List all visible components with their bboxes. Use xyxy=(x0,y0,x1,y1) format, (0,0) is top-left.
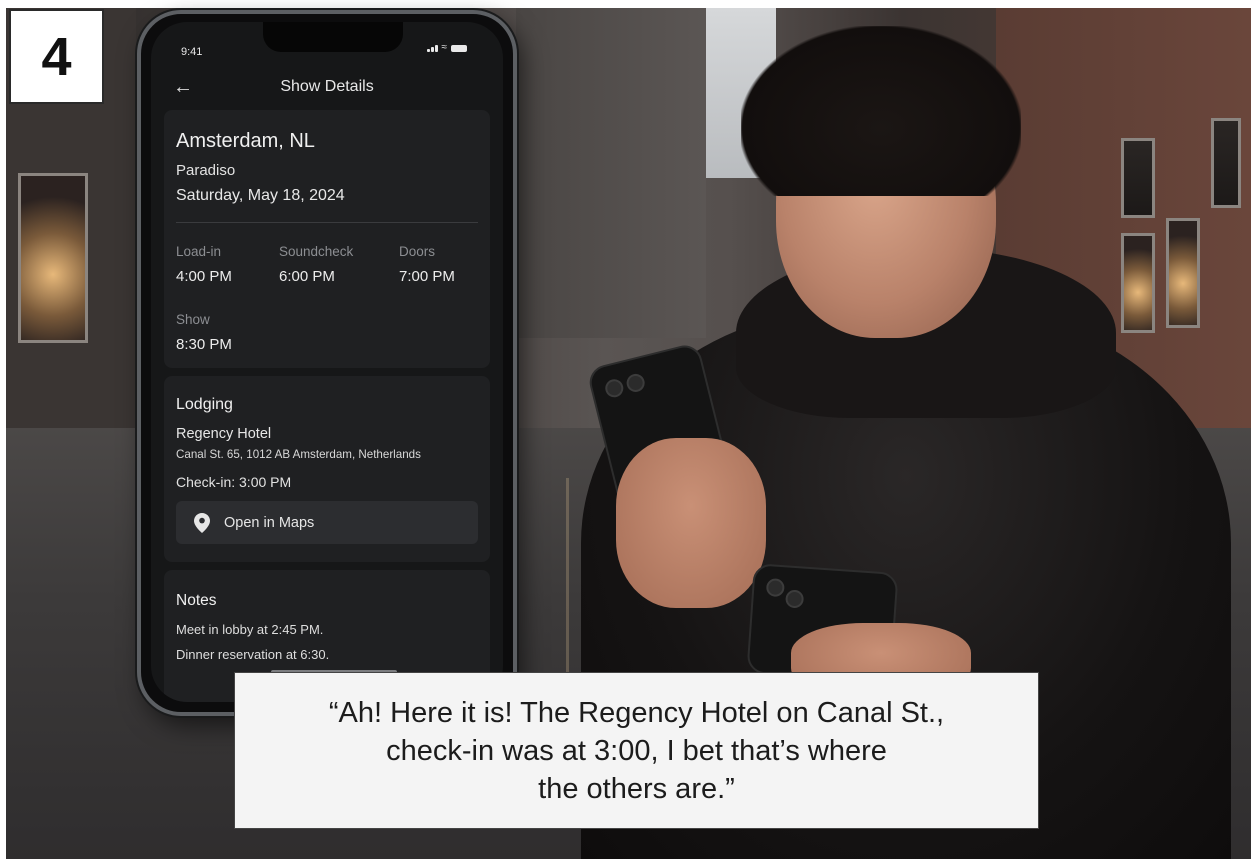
window xyxy=(1166,218,1200,328)
doors-time: 7:00 PM xyxy=(399,268,455,285)
note-line: Meet in lobby at 2:45 PM. xyxy=(176,622,324,637)
window xyxy=(1121,138,1155,218)
open-in-maps-button[interactable]: Open in Maps xyxy=(176,501,478,544)
window xyxy=(1211,118,1241,208)
open-in-maps-label: Open in Maps xyxy=(224,514,315,531)
lodging-card: Lodging Regency Hotel Canal St. 65, 1012… xyxy=(164,376,490,562)
person-hair xyxy=(741,26,1021,196)
show-label: Show xyxy=(176,312,210,327)
left-hand xyxy=(616,438,766,608)
wifi-icon: ≈ xyxy=(441,42,448,53)
light-reflection xyxy=(566,478,569,678)
phone-mockup: 9:41 ≈ ← Show Details Amsterdam, NL Para… xyxy=(137,10,517,716)
doors-label: Doors xyxy=(399,244,436,259)
soundcheck-time: 6:00 PM xyxy=(279,268,335,285)
status-time: 9:41 xyxy=(181,46,203,58)
show-card: Amsterdam, NL Paradiso Saturday, May 18,… xyxy=(164,110,490,368)
load-in-label: Load-in xyxy=(176,244,222,259)
check-in-time: Check-in: 3:00 PM xyxy=(176,474,292,490)
building-middle xyxy=(516,8,706,338)
caption-box: “Ah! Here it is! The Regency Hotel on Ca… xyxy=(234,672,1039,829)
map-pin-icon xyxy=(194,512,210,533)
window xyxy=(18,173,88,343)
signal-icon xyxy=(426,44,438,52)
screen-title: Show Details xyxy=(280,78,374,95)
nav-bar: ← Show Details xyxy=(151,74,503,104)
note-line: Dinner reservation at 6:30. xyxy=(176,647,330,662)
load-in-time: 4:00 PM xyxy=(176,268,232,285)
soundcheck-label: Soundcheck xyxy=(279,244,354,259)
phone-screen: 9:41 ≈ ← Show Details Amsterdam, NL Para… xyxy=(151,22,503,702)
lodging-heading: Lodging xyxy=(176,396,233,413)
notes-heading: Notes xyxy=(176,592,217,609)
show-venue: Paradiso xyxy=(176,162,236,179)
show-city: Amsterdam, NL xyxy=(176,130,315,152)
show-time: 8:30 PM xyxy=(176,336,232,353)
battery-icon xyxy=(451,44,467,52)
window xyxy=(1121,233,1155,333)
hotel-name: Regency Hotel xyxy=(176,426,272,442)
status-icons: ≈ xyxy=(426,42,467,53)
step-number-badge: 4 xyxy=(9,9,104,104)
caption-text: “Ah! Here it is! The Regency Hotel on Ca… xyxy=(328,696,945,805)
divider xyxy=(176,222,478,223)
show-date: Saturday, May 18, 2024 xyxy=(176,187,345,204)
phone-notch xyxy=(263,22,403,52)
hotel-address: Canal St. 65, 1012 AB Amsterdam, Netherl… xyxy=(176,448,421,461)
